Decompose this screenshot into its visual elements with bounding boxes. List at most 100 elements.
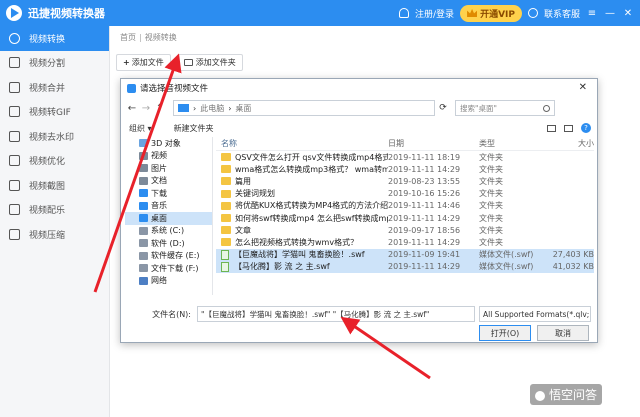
sidebar-item-video-screenshot[interactable]: 视频截图 <box>0 173 109 198</box>
add-folder-button[interactable]: 添加文件夹 <box>176 54 243 71</box>
nav-item[interactable]: 软件 (D:) <box>125 237 212 250</box>
dialog-close-button[interactable]: ✕ <box>579 82 587 93</box>
filename-input[interactable]: "【巨魔战将】学猫叫 鬼畜换脸！.swf" "【马化腾】影 流 之 主.swf" <box>197 306 475 322</box>
sidebar-item-video-gif[interactable]: 视频转GIF <box>0 100 109 125</box>
user-icon <box>399 8 410 18</box>
nav-item[interactable]: 软件缓存 (E:) <box>125 250 212 263</box>
back-button[interactable]: ← <box>125 103 139 114</box>
file-type-select[interactable]: All Supported Formats(*.qlv; <box>479 306 591 322</box>
nav-item[interactable]: 文档 <box>125 175 212 188</box>
support-link[interactable]: 联系客服 <box>544 7 580 20</box>
file-row[interactable]: 【马化腾】影 流 之 主.swf 2019-11-11 14:29 媒体文件(.sw… <box>216 260 594 273</box>
path-this-pc[interactable]: 此电脑 <box>200 103 224 114</box>
sidebar-item-video-compress[interactable]: 视频压缩 <box>0 222 109 247</box>
file-row[interactable]: 怎么把视频格式转换为wmv格式？ 2019-11-11 14:29 文件夹 <box>216 236 594 248</box>
nav-item[interactable]: 3D 对象 <box>125 137 212 150</box>
nav-item[interactable]: 文件下载 (F:) <box>125 262 212 275</box>
column-type[interactable]: 类型 <box>479 138 551 149</box>
breadcrumb: 首页 | 视频转换 <box>120 33 177 42</box>
music-icon <box>9 204 20 216</box>
crown-icon <box>467 9 478 17</box>
folder-icon <box>221 201 231 210</box>
nav-location-icon <box>139 276 148 285</box>
file-type: 媒体文件(.swf) <box>479 262 534 272</box>
sidebar: 视频转换 视频分割 视频合并 视频转GIF 视频去水印 视频优化 视频截图 视频… <box>0 26 110 417</box>
open-button[interactable]: 打开(O) <box>479 325 531 341</box>
file-type: 文件夹 <box>479 189 503 199</box>
breadcrumb-home[interactable]: 首页 <box>120 33 136 42</box>
add-file-button[interactable]: + 添加文件 <box>116 54 171 71</box>
watermark-icon <box>9 130 20 142</box>
column-name[interactable]: 名称 <box>216 138 388 149</box>
folder-icon <box>221 226 231 235</box>
folder-icon <box>221 153 231 162</box>
sidebar-item-video-convert[interactable]: 视频转换 <box>0 26 109 51</box>
sidebar-item-video-split[interactable]: 视频分割 <box>0 51 109 76</box>
nav-location-icon <box>139 189 148 198</box>
file-name: 【马化腾】影 流 之 主.swf <box>234 262 330 272</box>
nav-item[interactable]: 视频 <box>125 150 212 163</box>
app-logo-icon <box>6 5 22 21</box>
plus-icon: + <box>123 58 130 67</box>
nav-location-icon <box>139 201 148 210</box>
file-name: 文章 <box>235 225 251 235</box>
file-type: 文件夹 <box>479 225 503 235</box>
organize-menu[interactable]: 组织 ▾ <box>129 123 152 134</box>
nav-item[interactable]: 系统 (C:) <box>125 225 212 238</box>
file-date: 2019-11-11 14:46 <box>388 201 461 211</box>
file-row[interactable]: 【巨魔战将】学猫叫 鬼畜换脸！.swf 2019-11-09 19:41 媒体文件(… <box>216 248 594 261</box>
nav-item[interactable]: 网络 <box>125 275 212 288</box>
sidebar-item-video-music[interactable]: 视频配乐 <box>0 198 109 223</box>
file-type: 文件夹 <box>479 152 503 162</box>
new-folder-button[interactable]: 新建文件夹 <box>174 123 214 134</box>
preview-pane-icon[interactable] <box>564 124 573 132</box>
vip-button[interactable]: 开通VIP <box>460 4 522 22</box>
file-row[interactable]: 关键词规划 2019-10-16 15:26 文件夹 <box>216 188 594 200</box>
cancel-button[interactable]: 取消 <box>537 325 589 341</box>
file-row[interactable]: QSV文件怎么打开 qsv文件转换成mp4格式教...2019-11-11 18… <box>216 151 594 163</box>
nav-location-icon <box>139 214 148 223</box>
address-row: ← → ↑ › 此电脑 › 桌面 ⟳ 搜索"桌面" <box>125 99 593 117</box>
refresh-icon[interactable]: ⟳ <box>435 103 451 113</box>
nav-item[interactable]: 音乐 <box>125 200 212 213</box>
menu-icon[interactable]: ≡ <box>586 8 598 19</box>
folder-icon <box>221 189 231 198</box>
column-size[interactable]: 大小 <box>551 138 594 149</box>
folder-icon <box>221 238 231 247</box>
sidebar-item-remove-watermark[interactable]: 视频去水印 <box>0 124 109 149</box>
file-list: 名称 日期 类型 大小 QSV文件怎么打开 qsv文件转换成mp4格式教...2… <box>216 137 594 295</box>
dialog-title: 请选择音视频文件 <box>140 84 209 94</box>
file-row[interactable]: wma格式怎么转换成mp3格式？ wma转mp3视...2019-11-11 1… <box>216 163 594 175</box>
forward-button[interactable]: → <box>139 103 153 114</box>
file-name: QSV文件怎么打开 qsv文件转换成mp4格式教... <box>235 152 388 162</box>
column-date[interactable]: 日期 <box>388 138 479 149</box>
help-icon[interactable]: ? <box>581 123 591 133</box>
file-row[interactable]: 将优酷KUX格式转换为MP4格式的方法介绍 2019-11-11 14:46 文件夹 <box>216 200 594 212</box>
address-bar[interactable]: › 此电脑 › 桌面 <box>173 100 435 116</box>
titlebar-actions: 注册/登录 开通VIP 联系客服 ≡ — ✕ <box>399 0 634 26</box>
file-row[interactable]: 篇用 2019-08-23 13:55 文件夹 <box>216 175 594 187</box>
minimize-button[interactable]: — <box>604 8 616 19</box>
file-date: 2019-11-11 14:29 <box>388 164 461 174</box>
vip-label: 开通VIP <box>480 9 515 20</box>
nav-item[interactable]: 下载 <box>125 187 212 200</box>
up-button[interactable]: ↑ <box>153 103 167 114</box>
file-row[interactable]: 文章 2019-09-17 18:56 文件夹 <box>216 224 594 236</box>
search-input[interactable]: 搜索"桌面" <box>455 100 555 116</box>
path-desktop[interactable]: 桌面 <box>235 103 251 114</box>
file-date: 2019-11-11 14:29 <box>388 262 461 272</box>
login-link[interactable]: 注册/登录 <box>415 7 454 20</box>
file-type: 文件夹 <box>479 164 503 174</box>
split-icon <box>9 57 20 69</box>
close-button[interactable]: ✕ <box>622 8 634 19</box>
filename-label: 文件名(N): <box>152 309 191 319</box>
view-options-icon[interactable] <box>547 124 556 132</box>
sidebar-item-video-optimize[interactable]: 视频优化 <box>0 149 109 174</box>
nav-location-icon <box>139 264 148 273</box>
sidebar-item-video-merge[interactable]: 视频合并 <box>0 75 109 100</box>
file-row[interactable]: 如何将swf转换成mp4 怎么把swf转换成mp4 2019-11-11 14:2… <box>216 212 594 224</box>
wukong-logo-icon <box>535 390 545 401</box>
nav-item[interactable]: 图片 <box>125 162 212 175</box>
nav-item[interactable]: 桌面 <box>125 212 212 225</box>
optimize-icon <box>9 155 20 167</box>
